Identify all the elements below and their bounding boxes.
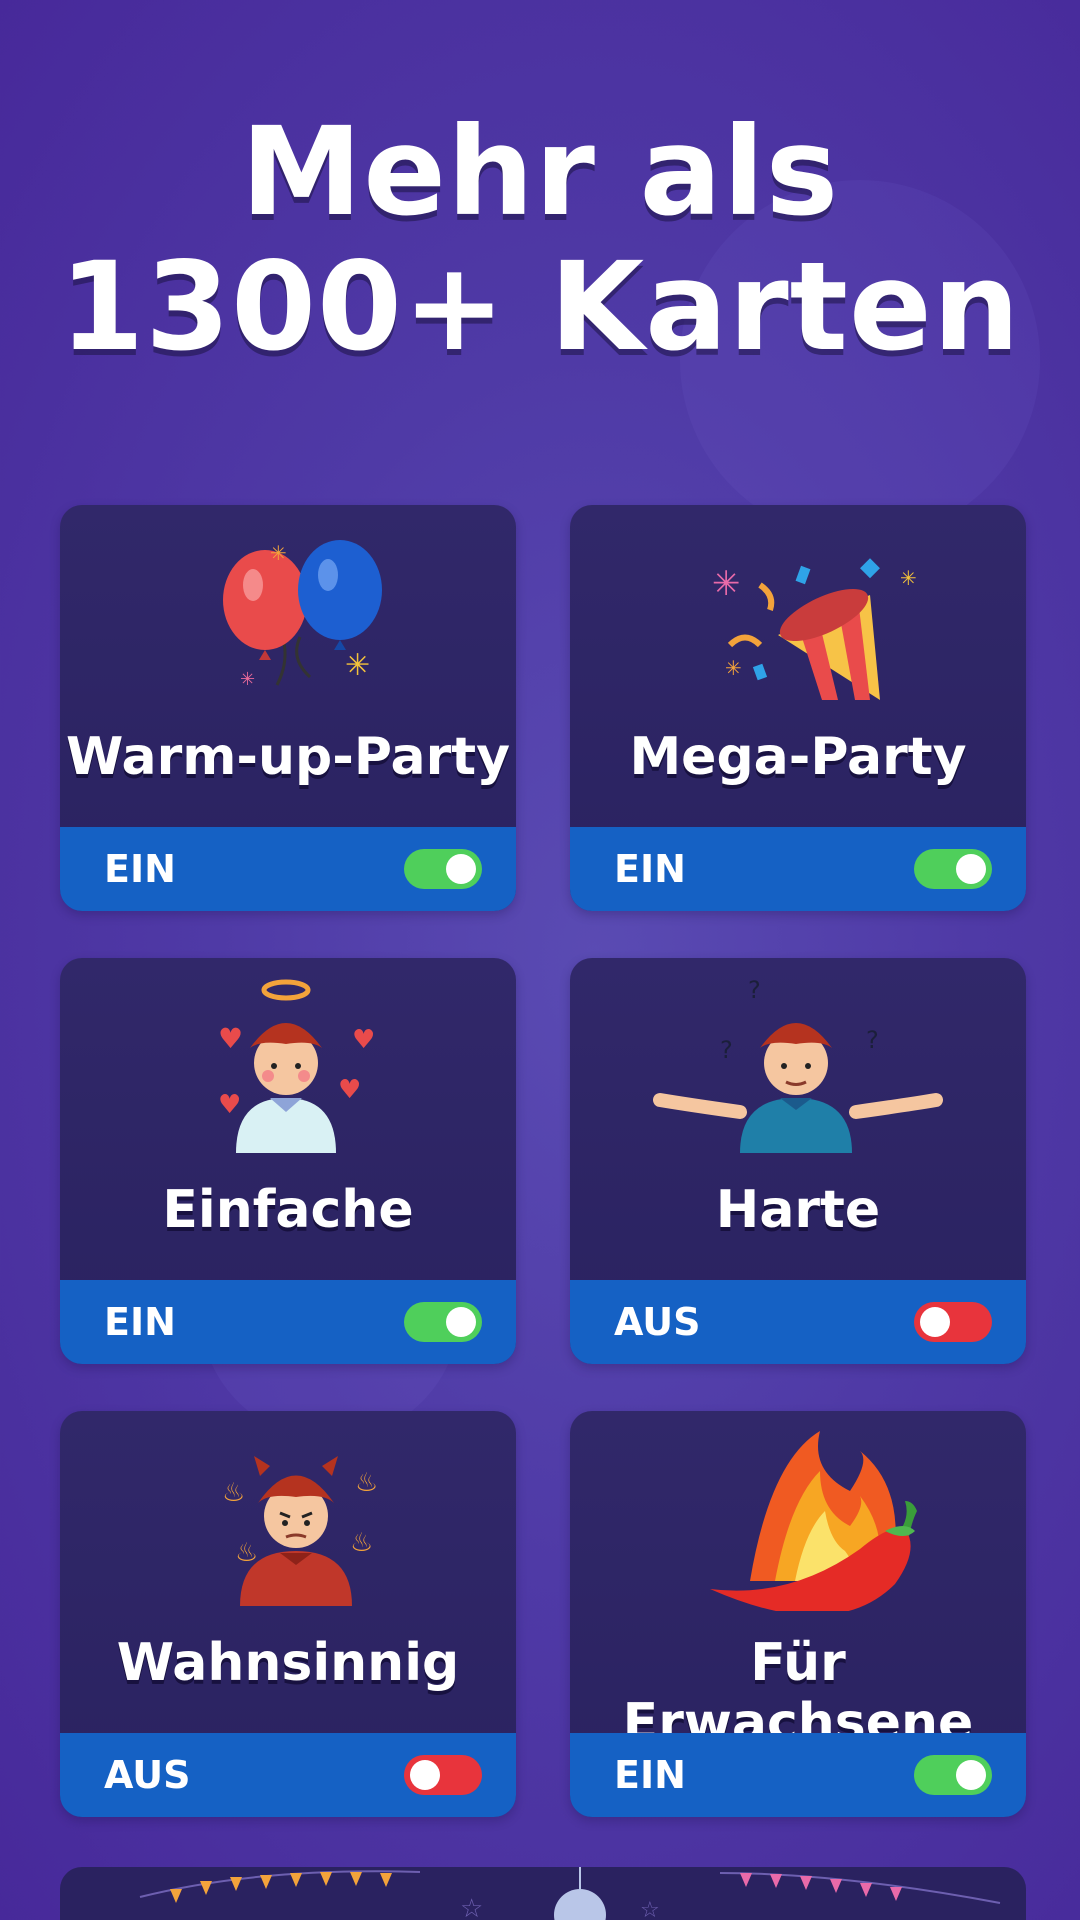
- card-title: Wahnsinnig: [116, 1633, 460, 1693]
- card-toggle-bar[interactable]: AUS: [60, 1733, 516, 1817]
- svg-text:♥: ♥: [218, 1090, 241, 1120]
- card-title: Einfache: [162, 1180, 414, 1240]
- toggle-state-label: EIN: [614, 847, 686, 891]
- toggle-switch[interactable]: [914, 1302, 992, 1342]
- card-fuer-erwachsene[interactable]: Für Erwachsene EIN: [570, 1411, 1026, 1817]
- card-title: Warm-up-Party: [65, 727, 511, 787]
- svg-text:✳: ✳: [725, 656, 742, 680]
- headline: Mehr als 1300+ Karten: [0, 105, 1080, 375]
- toggle-switch[interactable]: [914, 1755, 992, 1795]
- toggle-knob: [956, 1760, 986, 1790]
- toggle-knob: [446, 854, 476, 884]
- devil-character-icon: ♨ ♨ ♨ ♨: [60, 1431, 516, 1611]
- card-party-decoration-partial[interactable]: ☆ ☆: [60, 1867, 1026, 1920]
- toggle-knob: [956, 854, 986, 884]
- card-title: Harte: [715, 1180, 881, 1240]
- svg-text:✳: ✳: [240, 669, 255, 690]
- svg-text:◆: ◆: [860, 552, 880, 582]
- toggle-state-label: EIN: [104, 1300, 176, 1344]
- svg-text:✳: ✳: [900, 566, 917, 590]
- headline-line-2: 1300+ Karten: [59, 236, 1021, 378]
- svg-text:♨: ♨: [222, 1478, 245, 1508]
- card-toggle-bar[interactable]: AUS: [570, 1280, 1026, 1364]
- hot-pepper-icon: [570, 1431, 1026, 1616]
- svg-text:♥: ♥: [352, 1025, 375, 1055]
- card-toggle-bar[interactable]: EIN: [570, 1733, 1026, 1817]
- toggle-knob: [920, 1307, 950, 1337]
- svg-text:♨: ♨: [235, 1538, 258, 1568]
- card-mega-party[interactable]: ✳ ◆ ✳ ✳ Mega-Party EIN: [570, 505, 1026, 911]
- toggle-switch[interactable]: [404, 1302, 482, 1342]
- svg-text:♥: ♥: [218, 1022, 243, 1055]
- toggle-switch[interactable]: [404, 1755, 482, 1795]
- toggle-knob: [410, 1760, 440, 1790]
- toggle-state-label: AUS: [614, 1300, 701, 1344]
- party-bunting-icon: ☆ ☆: [139, 1867, 1001, 1920]
- balloons-icon: ✳ ✳ ✳: [60, 525, 516, 705]
- svg-text:♥: ♥: [338, 1075, 361, 1105]
- svg-text:✳: ✳: [345, 648, 370, 683]
- angel-character-icon: ♥ ♥ ♥ ♥: [60, 978, 516, 1158]
- headline-line-1: Mehr als: [240, 101, 840, 243]
- card-toggle-bar[interactable]: EIN: [60, 827, 516, 911]
- toggle-switch[interactable]: [914, 849, 992, 889]
- svg-text:✳: ✳: [270, 541, 287, 565]
- card-title: Mega-Party: [629, 727, 967, 787]
- party-popper-icon: ✳ ◆ ✳ ✳: [570, 525, 1026, 705]
- svg-text:✳: ✳: [712, 564, 741, 604]
- toggle-state-label: EIN: [104, 847, 176, 891]
- toggle-state-label: AUS: [104, 1753, 191, 1797]
- svg-text:?: ?: [748, 978, 761, 1004]
- svg-text:☆: ☆: [460, 1894, 483, 1920]
- svg-text:☆: ☆: [640, 1898, 660, 1920]
- svg-text:?: ?: [866, 1026, 879, 1054]
- svg-text:♨: ♨: [350, 1528, 373, 1558]
- card-harte[interactable]: ? ? ? Harte AUS: [570, 958, 1026, 1364]
- confused-character-icon: ? ? ?: [570, 976, 1026, 1158]
- card-warm-up-party[interactable]: ✳ ✳ ✳ Warm-up-Party EIN: [60, 505, 516, 911]
- card-toggle-bar[interactable]: EIN: [570, 827, 1026, 911]
- card-einfache[interactable]: ♥ ♥ ♥ ♥ Einfache EIN: [60, 958, 516, 1364]
- svg-text:♨: ♨: [355, 1468, 378, 1498]
- toggle-state-label: EIN: [614, 1753, 686, 1797]
- toggle-knob: [446, 1307, 476, 1337]
- card-toggle-bar[interactable]: EIN: [60, 1280, 516, 1364]
- card-wahnsinnig[interactable]: ♨ ♨ ♨ ♨ Wahnsinnig AUS: [60, 1411, 516, 1817]
- toggle-switch[interactable]: [404, 849, 482, 889]
- svg-text:?: ?: [720, 1036, 733, 1064]
